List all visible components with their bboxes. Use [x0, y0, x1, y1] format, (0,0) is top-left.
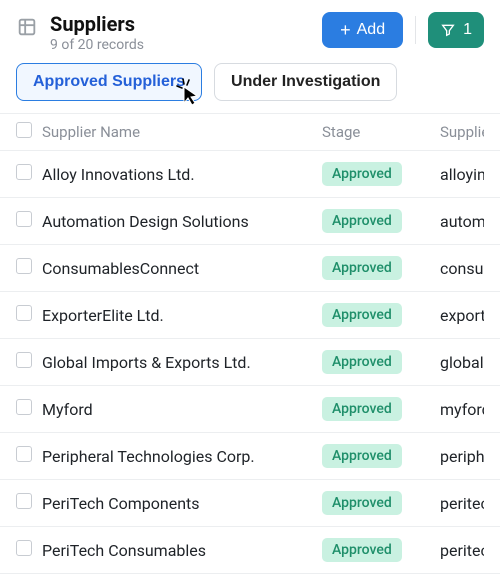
tab-label: Approved Suppliers [33, 73, 185, 90]
table-row[interactable]: Automation Design SolutionsApproved autom… [0, 198, 500, 245]
page-title: Suppliers [50, 12, 310, 36]
tab-under-investigation[interactable]: Under Investigation [214, 63, 397, 101]
stage-badge: Approved [322, 397, 402, 421]
supplier-name-cell: Alloy Innovations Ltd. [42, 165, 322, 184]
table-row[interactable]: ConsumablesConnectApproved consumabl [0, 245, 500, 292]
table-header: Supplier Name Stage Supplier We [0, 113, 500, 151]
supplier-website-cell: globalexpo [440, 353, 484, 372]
page-header: Suppliers 9 of 20 records + Add 1 [0, 0, 500, 63]
row-checkbox[interactable] [16, 211, 32, 227]
row-checkbox[interactable] [16, 352, 32, 368]
stage-badge: Approved [322, 303, 402, 327]
stage-badge: Approved [322, 256, 402, 280]
filter-button[interactable]: 1 [428, 12, 484, 48]
table-row[interactable]: Peripheral Technologies Corp.Approved per… [0, 433, 500, 480]
table-row[interactable]: ExporterElite Ltd.Approved exportereli [0, 292, 500, 339]
row-checkbox[interactable] [16, 493, 32, 509]
add-button-label: Add [357, 21, 385, 39]
supplier-name-cell: Myford [42, 400, 322, 419]
supplier-website-cell: peritechco [440, 541, 484, 560]
supplier-name-cell: PeriTech Consumables [42, 541, 322, 560]
filter-count: 1 [463, 21, 472, 39]
stage-badge: Approved [322, 162, 402, 186]
row-checkbox[interactable] [16, 164, 32, 180]
supplier-website-cell: alloyinnova [440, 165, 484, 184]
supplier-website-cell: automation [440, 212, 484, 231]
stage-badge: Approved [322, 209, 402, 233]
supplier-website-cell: peripheralt [440, 447, 484, 466]
select-all-checkbox[interactable] [16, 122, 32, 138]
supplier-name-cell: Peripheral Technologies Corp. [42, 447, 322, 466]
supplier-website-cell: peritechco [440, 494, 484, 513]
row-checkbox[interactable] [16, 540, 32, 556]
table-row[interactable]: PeriTech ConsumablesApproved peritechco [0, 527, 500, 574]
table-row[interactable]: PeriTech ComponentsApproved peritechco [0, 480, 500, 527]
table-row[interactable]: Global Imports & Exports Ltd.Approved glo… [0, 339, 500, 386]
plus-icon: + [340, 21, 351, 39]
supplier-name-cell: ConsumablesConnect [42, 259, 322, 278]
column-stage[interactable]: Stage [322, 123, 440, 141]
column-supplier-name[interactable]: Supplier Name [42, 123, 322, 141]
row-checkbox[interactable] [16, 258, 32, 274]
column-supplier-website[interactable]: Supplier We [440, 123, 484, 141]
table-icon [16, 16, 38, 38]
stage-badge: Approved [322, 444, 402, 468]
table-body: Alloy Innovations Ltd.Approvedalloyinnov… [0, 151, 500, 574]
supplier-name-cell: PeriTech Components [42, 494, 322, 513]
funnel-icon [440, 22, 456, 38]
supplier-website-cell: exportereli [440, 306, 484, 325]
row-checkbox[interactable] [16, 446, 32, 462]
separator [415, 16, 416, 44]
stage-badge: Approved [322, 538, 402, 562]
table-row[interactable]: Alloy Innovations Ltd.Approved alloyinnov… [0, 151, 500, 198]
record-count: 9 of 20 records [50, 37, 310, 53]
view-tabs: Approved Suppliers Under Investigation [0, 63, 500, 113]
row-checkbox[interactable] [16, 399, 32, 415]
supplier-website-cell: myford.co. [440, 400, 484, 419]
table-row[interactable]: MyfordApproved myford.co. [0, 386, 500, 433]
stage-badge: Approved [322, 491, 402, 515]
supplier-website-cell: consumabl [440, 259, 484, 278]
add-button[interactable]: + Add [322, 12, 403, 48]
row-checkbox[interactable] [16, 305, 32, 321]
supplier-name-cell: Global Imports & Exports Ltd. [42, 353, 322, 372]
stage-badge: Approved [322, 350, 402, 374]
tab-label: Under Investigation [231, 73, 380, 90]
supplier-name-cell: ExporterElite Ltd. [42, 306, 322, 325]
tab-approved-suppliers[interactable]: Approved Suppliers [16, 63, 202, 101]
supplier-name-cell: Automation Design Solutions [42, 212, 322, 231]
